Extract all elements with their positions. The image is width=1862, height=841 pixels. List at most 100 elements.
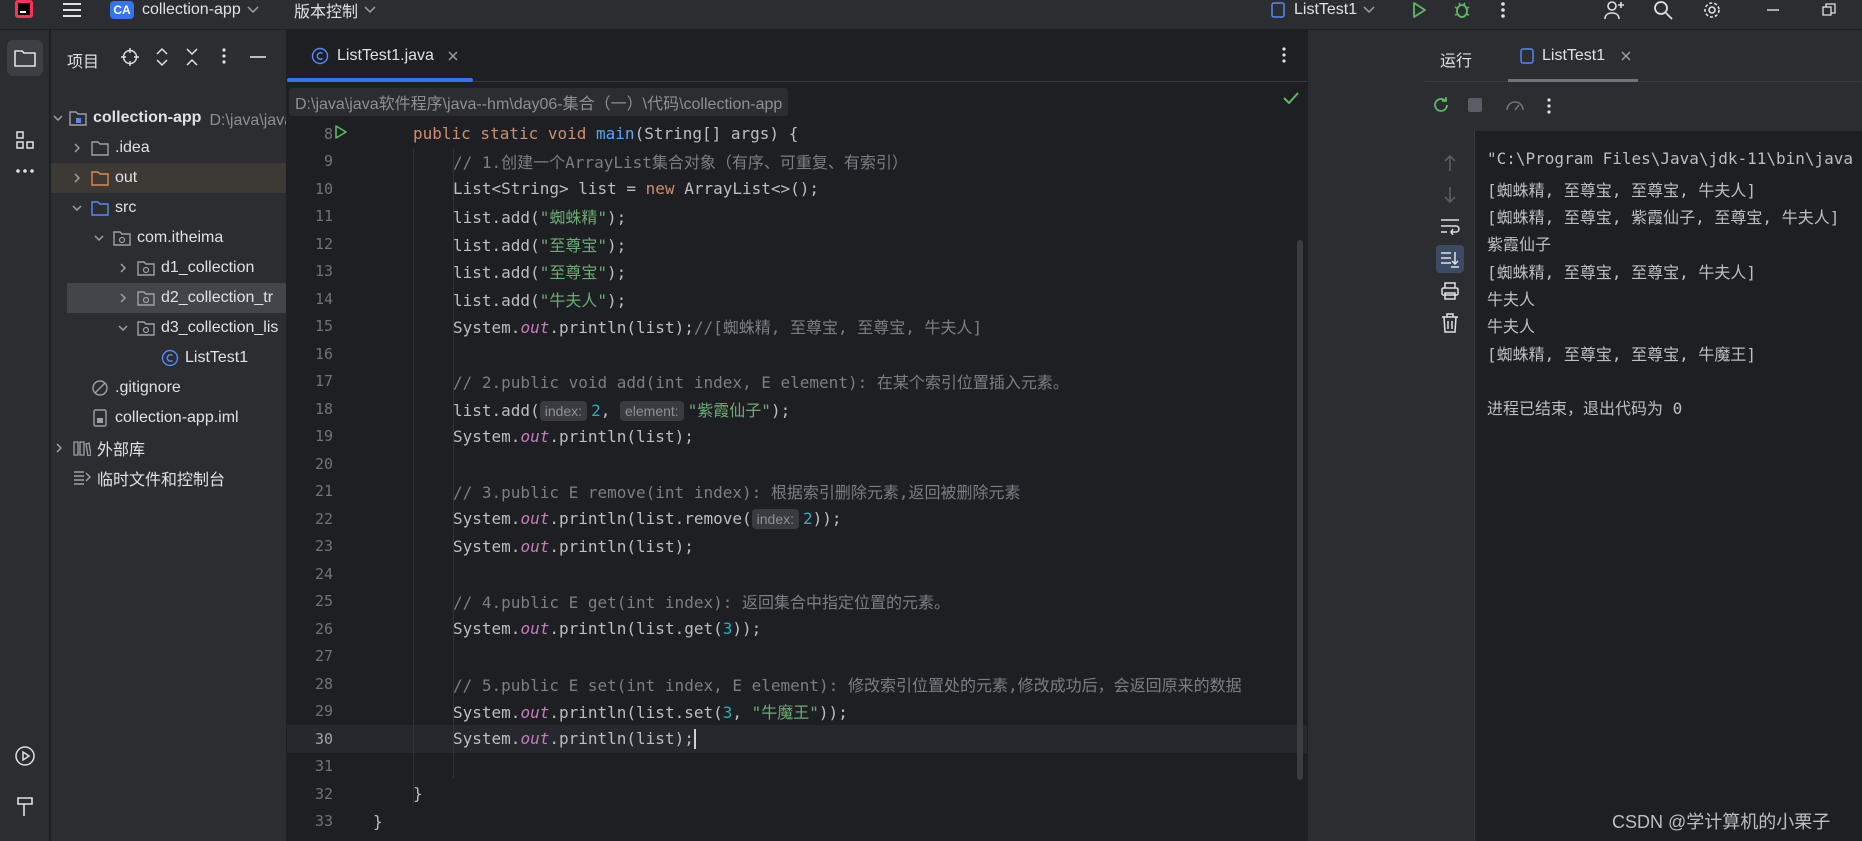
- editor-scrollbar[interactable]: [1297, 240, 1303, 780]
- code-line-22[interactable]: 22 System.out.println(list.remove(index:…: [287, 505, 1307, 533]
- tree-item-d3-collection[interactable]: d3_collection_lis: [51, 313, 286, 343]
- expand-all-icon[interactable]: [155, 47, 169, 67]
- code-line-29[interactable]: 29 System.out.println(list.set(3, "牛魔王")…: [287, 698, 1307, 726]
- tree-item-com-itheima[interactable]: com.itheima: [51, 223, 286, 253]
- run-tool-window: 运行 ListTest1 "C:\Program Files\Java\jdk-…: [1425, 30, 1862, 841]
- line-number: 25: [314, 592, 333, 611]
- line-number: 27: [314, 647, 333, 666]
- attach-profiler-icon[interactable]: [1505, 96, 1525, 114]
- code-line-8[interactable]: 8 public static void main(String[] args)…: [287, 120, 1307, 148]
- restore-window-icon[interactable]: [1822, 0, 1836, 20]
- console-output[interactable]: "C:\Program Files\Java\jdk-11\bin\java […: [1475, 131, 1862, 841]
- run-tab-listtest1[interactable]: ListTest1: [1508, 30, 1643, 82]
- tree-item-out[interactable]: out: [51, 163, 286, 193]
- print-icon[interactable]: [1438, 279, 1462, 303]
- code-line-32[interactable]: 32 }: [287, 780, 1307, 808]
- code-token: );: [606, 235, 627, 255]
- scroll-to-end-icon[interactable]: [1436, 245, 1464, 273]
- tree-item-d2-collection[interactable]: d2_collection_tr: [67, 283, 286, 313]
- code-line-26[interactable]: 26 System.out.println(list.get(3));: [287, 615, 1307, 643]
- services-tool-icon[interactable]: [7, 738, 43, 774]
- code-line-19[interactable]: 19 System.out.println(list);: [287, 423, 1307, 451]
- chevron-down-icon: [115, 325, 131, 331]
- more-tools-icon[interactable]: [7, 153, 43, 189]
- code-line-28[interactable]: 28 // 5.public E set(int index, E elemen…: [287, 670, 1307, 698]
- code-line-13[interactable]: 13 list.add("至尊宝");: [287, 258, 1307, 286]
- tree-item-external-libraries[interactable]: 外部库: [51, 433, 286, 463]
- code-line-30-current[interactable]: 30 System.out.println(list);: [287, 725, 1307, 753]
- run-more-options-icon[interactable]: [1546, 97, 1552, 115]
- tree-root-collection-app[interactable]: collection-app D:\java\java软件程序\java--hm…: [51, 103, 286, 133]
- collapse-all-icon[interactable]: [185, 47, 199, 67]
- run-icon[interactable]: [1410, 0, 1428, 20]
- editor-options-icon[interactable]: [1281, 46, 1287, 64]
- rerun-icon[interactable]: [1431, 95, 1451, 115]
- terminal-icon[interactable]: [7, 836, 43, 841]
- code-line-16[interactable]: 16: [287, 340, 1307, 368]
- code-line-20[interactable]: 20: [287, 450, 1307, 478]
- code-line-21[interactable]: 21 // 3.public E remove(int index): 根据索引…: [287, 478, 1307, 506]
- main-menu-icon[interactable]: [62, 0, 82, 20]
- code-line-9[interactable]: 9 // 1.创建一个ArrayList集合对象（有序、可重复、有索引）: [287, 148, 1307, 176]
- line-number: 31: [314, 757, 333, 776]
- chevron-right-icon: [69, 173, 85, 183]
- run-gutter-icon[interactable]: [333, 124, 349, 140]
- tree-item-src[interactable]: src: [51, 193, 286, 223]
- code-line-23[interactable]: 23 System.out.println(list);: [287, 533, 1307, 561]
- chevron-down-icon: [364, 6, 376, 14]
- project-tool-folder-icon[interactable]: [7, 40, 43, 76]
- title-bar: CA collection-app 版本控制 ListTest1: [0, 0, 1862, 30]
- run-config-selector[interactable]: ListTest1: [1270, 0, 1375, 20]
- editor-tab-listtest1[interactable]: ListTest1.java: [297, 30, 472, 82]
- vcs-menu[interactable]: 版本控制: [294, 0, 376, 21]
- app-logo-icon[interactable]: [14, 0, 34, 20]
- tree-item-idea[interactable]: .idea: [51, 133, 286, 163]
- code-token: );: [606, 263, 627, 283]
- minimize-window-icon[interactable]: [1766, 0, 1780, 20]
- search-icon[interactable]: [1653, 0, 1673, 20]
- clear-trash-icon[interactable]: [1438, 311, 1462, 335]
- close-tab-icon[interactable]: [1621, 51, 1631, 61]
- build-hammer-icon[interactable]: [7, 788, 43, 824]
- code-line-12[interactable]: 12 list.add("至尊宝");: [287, 230, 1307, 258]
- code-line-24[interactable]: 24: [287, 560, 1307, 588]
- stop-icon[interactable]: [1468, 98, 1482, 112]
- code-field: out: [520, 536, 550, 556]
- close-tab-icon[interactable]: [448, 51, 458, 61]
- more-actions-icon[interactable]: [1500, 0, 1506, 20]
- code-token: .println(list);: [549, 536, 694, 556]
- console-line: 牛夫人: [1487, 290, 1536, 309]
- up-arrow-icon[interactable]: [1438, 151, 1462, 175]
- code-line-11[interactable]: 11 list.add("蜘蛛精");: [287, 203, 1307, 231]
- tree-item-listtest1[interactable]: ListTest1: [51, 343, 286, 373]
- code-line-25[interactable]: 25 // 4.public E get(int index): 返回集合中指定…: [287, 588, 1307, 616]
- code-line-15[interactable]: 15 System.out.println(list);//[蜘蛛精, 至尊宝,…: [287, 313, 1307, 341]
- add-user-icon[interactable]: [1603, 0, 1625, 20]
- tree-item-iml[interactable]: collection-app.iml: [51, 403, 286, 433]
- tree-item-d1-collection[interactable]: d1_collection: [51, 253, 286, 283]
- hide-panel-icon[interactable]: [250, 56, 266, 58]
- code-number: 3: [722, 619, 733, 639]
- tree-item-scratches[interactable]: 临时文件和控制台: [51, 463, 286, 493]
- settings-gear-icon[interactable]: [1702, 0, 1722, 20]
- code-line-33[interactable]: 33 }: [287, 808, 1307, 836]
- code-line-17[interactable]: 17 // 2.public void add(int index, E ele…: [287, 368, 1307, 396]
- panel-options-icon[interactable]: [221, 47, 227, 65]
- code-token: );: [606, 290, 627, 310]
- down-arrow-icon[interactable]: [1438, 183, 1462, 207]
- code-line-18[interactable]: 18 list.add(index: 2, element: "紫霞仙子");: [287, 395, 1307, 423]
- code-token: System.: [453, 318, 521, 338]
- soft-wrap-icon[interactable]: [1438, 214, 1462, 238]
- debug-icon[interactable]: [1452, 0, 1472, 20]
- project-switcher[interactable]: CA collection-app: [110, 0, 259, 20]
- code-line-31[interactable]: 31: [287, 753, 1307, 781]
- line-number: 12: [314, 234, 333, 253]
- tree-item-label: .gitignore: [115, 379, 181, 396]
- code-line-27[interactable]: 27: [287, 643, 1307, 671]
- locate-file-icon[interactable]: [121, 48, 139, 66]
- code-token: ));: [732, 619, 762, 639]
- code-line-10[interactable]: 10 List<String> list = new ArrayList<>()…: [287, 175, 1307, 203]
- code-line-14[interactable]: 14 list.add("牛夫人");: [287, 285, 1307, 313]
- no-problems-check-icon[interactable]: [1283, 92, 1299, 104]
- tree-item-gitignore[interactable]: .gitignore: [51, 373, 286, 403]
